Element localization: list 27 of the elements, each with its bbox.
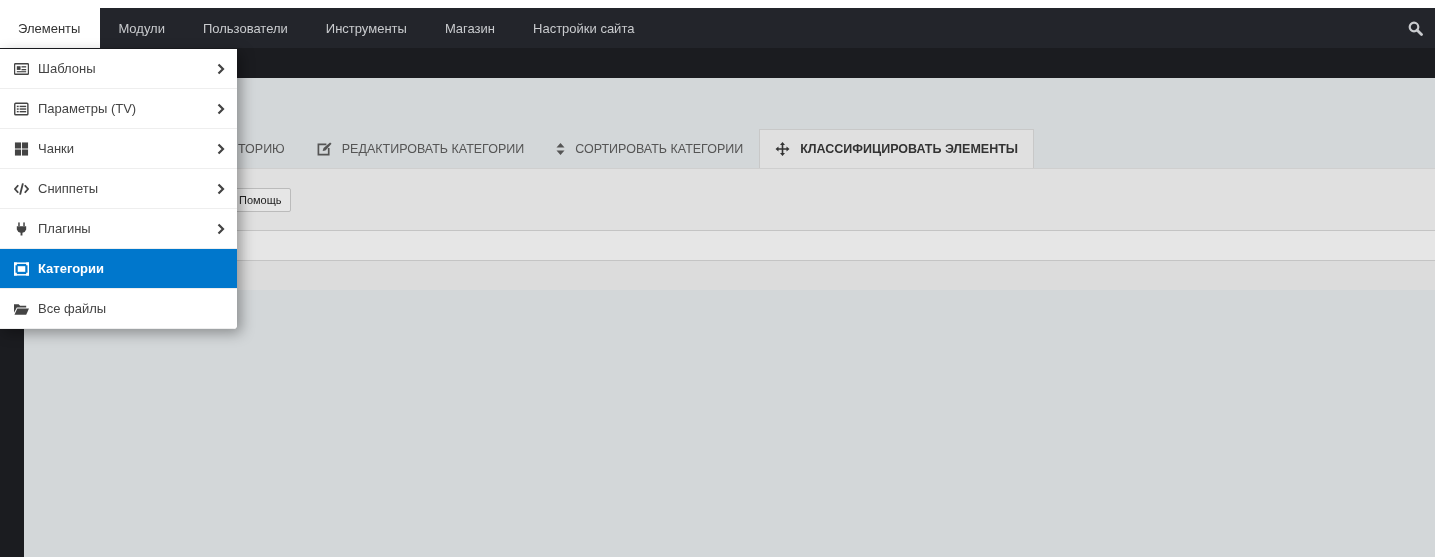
tab[interactable]: КЛАССИФИЦИРОВАТЬ ЭЛЕМЕНТЫ — [759, 129, 1035, 168]
move-icon — [775, 142, 791, 156]
menu-item[interactable]: Все файлы — [0, 289, 237, 329]
sort-icon — [556, 142, 566, 156]
menu-item[interactable]: Категории — [0, 249, 237, 289]
nav-tab[interactable]: Инструменты — [307, 8, 427, 48]
menu-item[interactable]: Чанки — [0, 129, 237, 169]
nav-tab[interactable]: Магазин — [426, 8, 516, 48]
category-icon — [14, 261, 29, 276]
menu-item[interactable]: Сниппеты — [0, 169, 237, 209]
code-icon — [14, 181, 29, 196]
menu-item[interactable]: Шаблоны — [0, 49, 237, 89]
folder-icon — [14, 301, 29, 316]
nav-tab[interactable]: Элементы — [0, 8, 101, 48]
nav-tab[interactable]: Настройки сайта — [515, 8, 655, 48]
edit-icon — [316, 142, 332, 156]
nav-tab[interactable]: Пользователи — [184, 8, 308, 48]
menu-item[interactable]: Плагины — [0, 209, 237, 249]
menu-item[interactable]: Параметры (TV) — [0, 89, 237, 129]
search-icon[interactable] — [1407, 20, 1423, 36]
tab[interactable]: СОРТИРОВАТЬ КАТЕГОРИИ — [540, 129, 760, 168]
tab[interactable]: РЕДАКТИРОВАТЬ КАТЕГОРИИ — [300, 129, 541, 168]
card-icon — [14, 61, 29, 76]
grid-icon — [14, 141, 29, 156]
plug-icon — [14, 221, 29, 236]
list-icon — [14, 101, 29, 116]
nav-tab[interactable]: Модули — [100, 8, 185, 48]
